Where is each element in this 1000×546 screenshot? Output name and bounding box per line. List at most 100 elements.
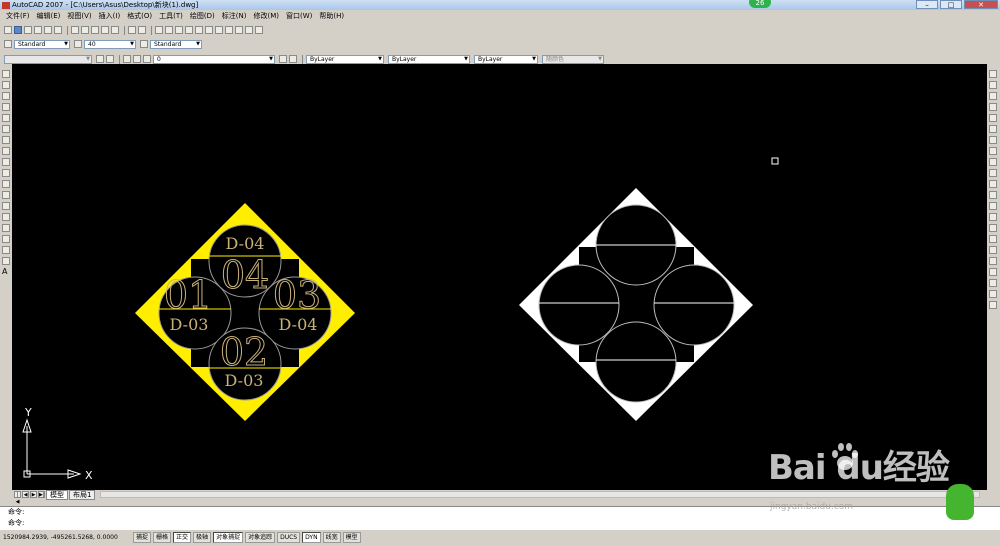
stretch-icon[interactable]	[989, 158, 997, 166]
match-properties-icon[interactable]	[101, 26, 109, 34]
dyn-toggle[interactable]: DYN	[302, 531, 321, 543]
text-style-select[interactable]: Standard	[14, 39, 70, 49]
bring-above-icon[interactable]	[989, 290, 997, 298]
fillet-icon[interactable]	[989, 235, 997, 243]
revision-cloud-icon[interactable]	[2, 147, 10, 155]
erase-icon[interactable]	[989, 70, 997, 78]
menu-modify[interactable]: 修改(M)	[253, 11, 279, 21]
open-file-icon[interactable]	[14, 26, 22, 34]
move-icon[interactable]	[989, 125, 997, 133]
spline-icon[interactable]	[2, 158, 10, 166]
sun-icon[interactable]	[133, 55, 141, 63]
calculator-icon[interactable]	[245, 26, 253, 34]
redo-icon[interactable]	[138, 26, 146, 34]
menu-draw[interactable]: 绘图(D)	[190, 11, 215, 21]
menu-help[interactable]: 帮助(H)	[319, 11, 344, 21]
lineweight-toggle[interactable]: 线宽	[322, 531, 341, 543]
snap-toggle[interactable]: 捕捉	[133, 531, 152, 543]
make-current-layer-icon[interactable]	[279, 55, 287, 63]
notification-badge[interactable]: 26	[749, 0, 771, 8]
menu-format[interactable]: 格式(O)	[127, 11, 152, 21]
polyline-icon[interactable]	[2, 92, 10, 100]
model-toggle[interactable]: 模型	[342, 531, 361, 543]
explode-icon[interactable]	[989, 246, 997, 254]
ellipse-arc-icon[interactable]	[2, 180, 10, 188]
construction-line-icon[interactable]	[2, 81, 10, 89]
publish-icon[interactable]	[54, 26, 62, 34]
array-icon[interactable]	[989, 114, 997, 122]
cut-icon[interactable]	[71, 26, 79, 34]
menu-tools[interactable]: 工具(T)	[159, 11, 183, 21]
ducs-toggle[interactable]: DUCS	[277, 531, 301, 543]
menu-edit[interactable]: 编辑(E)	[37, 11, 61, 21]
draw-order-icon[interactable]	[989, 257, 997, 265]
dim-style-select[interactable]: Standard	[150, 39, 202, 49]
menu-insert[interactable]: 插入(I)	[99, 11, 121, 21]
copy-icon[interactable]	[81, 26, 89, 34]
zoom-realtime-icon[interactable]	[165, 26, 173, 34]
offset-icon[interactable]	[989, 103, 997, 111]
trim-icon[interactable]	[989, 169, 997, 177]
break-icon[interactable]	[989, 202, 997, 210]
left-block[interactable]: D-04 04 01 D-03 03 D-04 02 D-03	[135, 203, 355, 421]
color-select[interactable]: ByLayer	[306, 54, 384, 64]
ortho-toggle[interactable]: 正交	[173, 531, 192, 543]
mirror-icon[interactable]	[989, 92, 997, 100]
bring-to-front-icon[interactable]	[989, 268, 997, 276]
autocad-app-icon[interactable]	[2, 1, 10, 9]
paste-icon[interactable]	[91, 26, 99, 34]
polygon-icon[interactable]	[2, 103, 10, 111]
zoom-previous-icon[interactable]	[185, 26, 193, 34]
minimize-icon[interactable]: –	[916, 0, 938, 9]
copy-object-icon[interactable]	[989, 81, 997, 89]
break-at-point-icon[interactable]	[989, 191, 997, 199]
tab-next-icon[interactable]: ▶	[30, 491, 37, 498]
hatch-icon[interactable]	[2, 224, 10, 232]
rotate-icon[interactable]	[989, 136, 997, 144]
tool-palettes-icon[interactable]	[215, 26, 223, 34]
zoom-window-icon[interactable]	[175, 26, 183, 34]
coordinate-readout[interactable]: 1520984.2939, -495261.5268, 0.0000	[0, 534, 133, 541]
otrack-toggle[interactable]: 对象追踪	[245, 531, 276, 543]
insert-block-icon[interactable]	[2, 191, 10, 199]
ellipse-icon[interactable]	[2, 169, 10, 177]
rectangle-icon[interactable]	[2, 114, 10, 122]
menu-dimension[interactable]: 标注(N)	[222, 11, 247, 21]
new-file-icon[interactable]	[4, 26, 12, 34]
lock-icon[interactable]	[143, 55, 151, 63]
multiline-text-icon[interactable]: A	[2, 268, 10, 276]
grid-toggle[interactable]: 栅格	[153, 531, 172, 543]
tab-model[interactable]: 模型	[46, 489, 68, 500]
scale-icon[interactable]	[989, 147, 997, 155]
gradient-icon[interactable]	[2, 235, 10, 243]
line-icon[interactable]	[2, 70, 10, 78]
help-icon[interactable]	[255, 26, 263, 34]
tab-prev-icon[interactable]: ◀	[22, 491, 29, 498]
undo-icon[interactable]	[128, 26, 136, 34]
workspace-select[interactable]	[4, 54, 92, 64]
arc-icon[interactable]	[2, 125, 10, 133]
tab-last-icon[interactable]: ▶|	[38, 491, 45, 498]
dim-scale-select[interactable]: 40	[84, 39, 136, 49]
drawing-canvas[interactable]: D-04 04 01 D-03 03 D-04 02 D-03 Y X	[12, 64, 987, 490]
properties-icon[interactable]	[195, 26, 203, 34]
design-center-icon[interactable]	[205, 26, 213, 34]
drawing-svg[interactable]: D-04 04 01 D-03 03 D-04 02 D-03 Y X	[12, 64, 987, 490]
send-under-icon[interactable]	[989, 301, 997, 309]
point-icon[interactable]	[2, 213, 10, 221]
layer-state-icon[interactable]	[106, 55, 114, 63]
save-icon[interactable]	[24, 26, 32, 34]
osnap-toggle[interactable]: 对象捕捉	[213, 531, 244, 543]
menu-view[interactable]: 视图(V)	[67, 11, 91, 21]
markup-icon[interactable]	[235, 26, 243, 34]
region-icon[interactable]	[2, 246, 10, 254]
join-icon[interactable]	[989, 213, 997, 221]
send-to-back-icon[interactable]	[989, 279, 997, 287]
tab-layout1[interactable]: 布局1	[69, 489, 96, 500]
command-input-line[interactable]: 命令:	[0, 518, 1000, 529]
extend-icon[interactable]	[989, 180, 997, 188]
chamfer-icon[interactable]	[989, 224, 997, 232]
table-icon[interactable]	[2, 257, 10, 265]
layer-manager-icon[interactable]	[96, 55, 104, 63]
menu-window[interactable]: 窗口(W)	[286, 11, 312, 21]
